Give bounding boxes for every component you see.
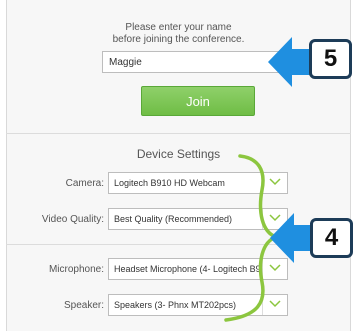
left-arrow-icon xyxy=(270,213,315,263)
step-4-callout: 4 xyxy=(310,218,353,258)
annotation-overlay xyxy=(224,37,315,322)
curly-bracket-icon xyxy=(224,154,282,322)
step-5-callout: 5 xyxy=(309,39,352,79)
left-arrow-icon xyxy=(268,37,314,87)
